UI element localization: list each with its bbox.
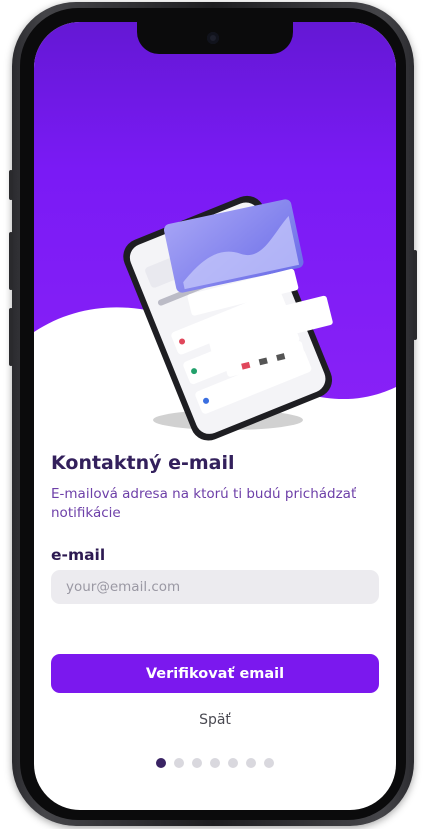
volume-up-button [9, 232, 13, 290]
email-label: e-mail [51, 546, 106, 564]
volume-down-button [9, 308, 13, 366]
back-link[interactable]: Späť [34, 712, 396, 728]
email-field[interactable] [51, 570, 379, 604]
page-title: Kontaktný e-mail [51, 452, 235, 474]
pagination-dot-5[interactable] [228, 758, 238, 768]
pagination-dot-6[interactable] [246, 758, 256, 768]
front-camera [207, 32, 219, 44]
pagination-dot-3[interactable] [192, 758, 202, 768]
verify-email-button[interactable]: Verifikovať email [51, 654, 379, 693]
screen: Kontaktný e-mail E-mailová adresa na kto… [34, 22, 396, 810]
pagination-dots [156, 758, 274, 768]
mute-switch [9, 170, 13, 200]
power-button [413, 250, 417, 340]
pagination-dot-7[interactable] [264, 758, 274, 768]
phone-illustration [123, 195, 333, 441]
notch [137, 22, 293, 54]
pagination-dot-1[interactable] [156, 758, 166, 768]
page-subtitle: E-mailová adresa na ktorú ti budú prichá… [51, 486, 357, 521]
pagination-dot-2[interactable] [174, 758, 184, 768]
pagination-dot-4[interactable] [210, 758, 220, 768]
